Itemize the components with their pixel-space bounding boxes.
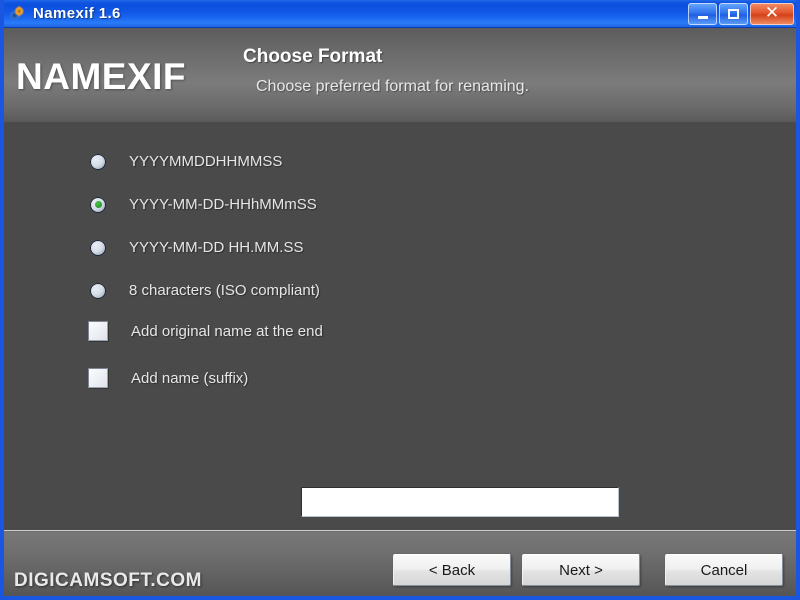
format-option-label: YYYYMMDDHHMMSS: [129, 153, 283, 170]
close-button[interactable]: ✕: [750, 2, 794, 25]
radio-icon-selected[interactable]: [90, 196, 106, 213]
namexif-window: Namexif 1.6 ✕ NAMEXIF Choose Format Choo…: [0, 0, 800, 600]
page-title: Choose Format: [243, 46, 383, 67]
format-option-yyyy-mm-dd-hhhmmmss[interactable]: YYYY-MM-DD-HHhMMmSS: [90, 196, 317, 213]
wizard-body: YYYYMMDDHHMMSS YYYY-MM-DD-HHhMMmSS YYYY-…: [4, 122, 796, 596]
window-title: Namexif 1.6: [33, 5, 121, 22]
checkbox-icon[interactable]: [88, 368, 108, 388]
radio-icon[interactable]: [90, 239, 106, 256]
suffix-input[interactable]: [301, 487, 619, 517]
checkbox-row-add-original-name[interactable]: Add original name at the end: [88, 321, 323, 341]
format-option-yyyy-mm-dd-hh-mm-ss[interactable]: YYYY-MM-DD HH.MM.SS: [90, 239, 303, 256]
format-option-label: YYYY-MM-DD-HHhMMmSS: [129, 196, 317, 213]
checkbox-icon[interactable]: [88, 321, 108, 341]
gears-icon: [8, 5, 26, 23]
back-button[interactable]: < Back: [393, 554, 511, 586]
wizard-header: NAMEXIF Choose Format Choose preferred f…: [4, 28, 796, 122]
title-bar[interactable]: Namexif 1.6 ✕: [4, 0, 796, 28]
cancel-button[interactable]: Cancel: [665, 554, 783, 586]
close-icon: ✕: [764, 3, 780, 23]
format-option-label: YYYY-MM-DD HH.MM.SS: [129, 239, 304, 256]
format-option-yyyymmddhhmmss[interactable]: YYYYMMDDHHMMSS: [90, 153, 282, 170]
brand-logo: NAMEXIF: [16, 56, 186, 97]
watermark: DIGICAMSOFT.COM: [14, 570, 202, 591]
window-controls: ✕: [688, 2, 796, 25]
checkbox-label: Add original name at the end: [131, 322, 323, 340]
radio-icon[interactable]: [90, 282, 106, 299]
minimize-icon: [697, 15, 708, 19]
maximize-icon: [728, 8, 739, 19]
wizard-footer: DIGICAMSOFT.COM < Back Next > Cancel: [4, 532, 796, 596]
checkbox-row-add-name-suffix[interactable]: Add name (suffix): [88, 368, 248, 388]
radio-icon[interactable]: [90, 153, 106, 170]
format-option-8-characters-iso[interactable]: 8 characters (ISO compliant): [90, 282, 320, 299]
format-option-label: 8 characters (ISO compliant): [129, 282, 320, 299]
checkbox-label: Add name (suffix): [131, 369, 249, 387]
page-subtitle: Choose preferred format for renaming.: [256, 78, 530, 95]
next-button[interactable]: Next >: [522, 554, 640, 586]
minimize-button[interactable]: [688, 2, 717, 25]
maximize-button[interactable]: [719, 2, 748, 25]
